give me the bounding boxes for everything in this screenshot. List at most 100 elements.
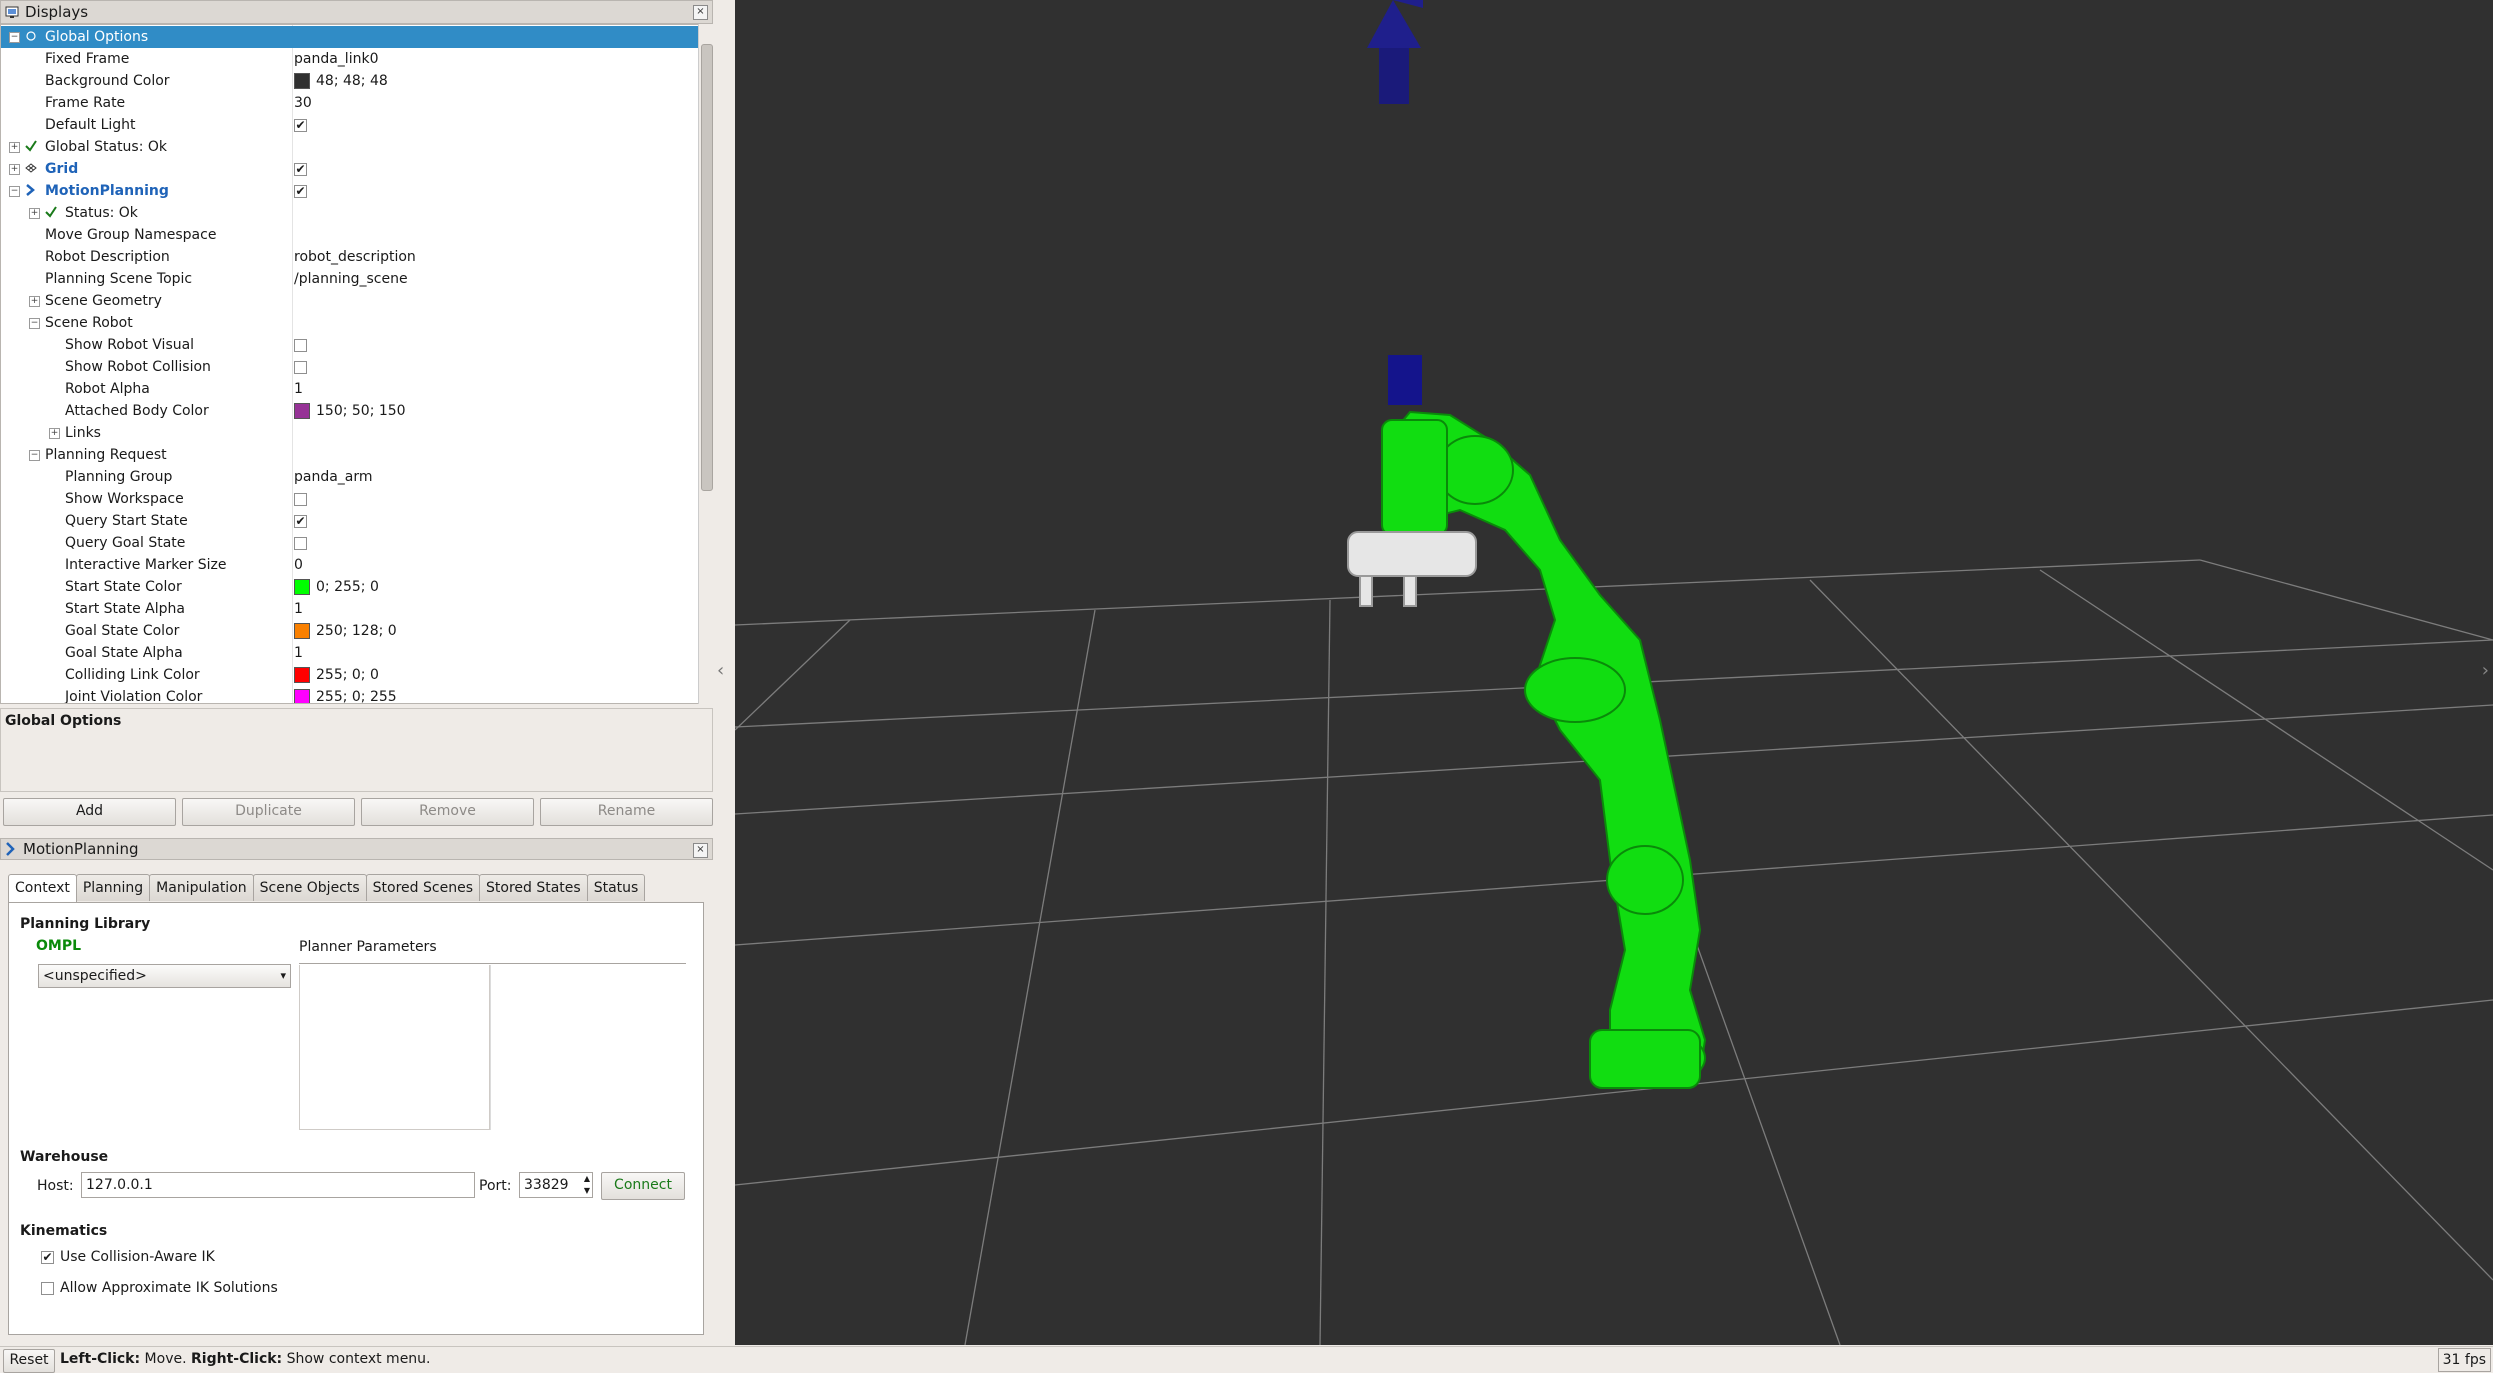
duplicate-button[interactable]: Duplicate xyxy=(182,798,355,826)
host-input[interactable]: 127.0.0.1 xyxy=(81,1172,475,1198)
tab-stored-scenes[interactable]: Stored Scenes xyxy=(365,874,480,901)
property-value[interactable] xyxy=(294,360,307,374)
property-value[interactable]: ✔ xyxy=(294,514,307,528)
property-value[interactable]: 48; 48; 48 xyxy=(294,73,388,89)
property-value[interactable] xyxy=(294,338,307,352)
property-value[interactable]: /planning_scene xyxy=(294,271,408,287)
property-row[interactable]: + Scene Geometry xyxy=(1,290,698,312)
property-value[interactable]: 150; 50; 150 xyxy=(294,403,406,419)
property-value[interactable]: ✔ xyxy=(294,184,307,198)
property-row[interactable]: Default Light ✔ xyxy=(1,114,698,136)
expand-icon[interactable]: + xyxy=(9,164,20,175)
property-row[interactable]: Start State Color 0; 255; 0 xyxy=(1,576,698,598)
property-row[interactable]: Move Group Namespace xyxy=(1,224,698,246)
property-row[interactable]: + Global Status: Ok xyxy=(1,136,698,158)
property-row[interactable]: Show Workspace xyxy=(1,488,698,510)
property-value[interactable]: 255; 0; 255 xyxy=(294,689,397,703)
property-checkbox[interactable] xyxy=(294,338,307,352)
collapse-left-icon[interactable]: ‹ xyxy=(717,660,724,681)
property-value[interactable]: panda_arm xyxy=(294,469,373,485)
expand-icon[interactable]: + xyxy=(9,142,20,153)
property-row[interactable]: Background Color 48; 48; 48 xyxy=(1,70,698,92)
planner-parameters-table[interactable] xyxy=(299,965,490,1130)
property-value[interactable]: panda_link0 xyxy=(294,51,378,67)
property-row[interactable]: − MotionPlanning ✔ xyxy=(1,180,698,202)
port-stepper[interactable]: 33829 ▲ ▼ xyxy=(519,1172,593,1198)
property-row[interactable]: Goal State Alpha 1 xyxy=(1,642,698,664)
expand-icon[interactable]: + xyxy=(49,428,60,439)
property-row[interactable]: Query Start State ✔ xyxy=(1,510,698,532)
displays-tree[interactable]: − Global Options Fixed Frame panda_link0 Bac… xyxy=(0,24,713,704)
tab-stored-states[interactable]: Stored States xyxy=(479,874,588,901)
collision-aware-ik-option[interactable]: ✔ Use Collision-Aware IK xyxy=(41,1249,215,1265)
property-value[interactable]: 0; 255; 0 xyxy=(294,579,379,595)
expand-icon[interactable]: + xyxy=(29,296,40,307)
property-row[interactable]: Joint Violation Color 255; 0; 255 xyxy=(1,686,698,703)
collapse-icon[interactable]: − xyxy=(9,32,20,43)
property-row[interactable]: Colliding Link Color 255; 0; 0 xyxy=(1,664,698,686)
property-row[interactable]: Frame Rate 30 xyxy=(1,92,698,114)
panel-splitter[interactable]: ‹ xyxy=(713,0,735,1345)
collapse-right-icon[interactable]: › xyxy=(2482,660,2489,681)
collapse-icon[interactable]: − xyxy=(9,186,20,197)
color-swatch[interactable] xyxy=(294,689,310,703)
property-row[interactable]: Planning Scene Topic/planning_scene xyxy=(1,268,698,290)
connect-button[interactable]: Connect xyxy=(601,1172,685,1200)
property-checkbox[interactable] xyxy=(294,492,307,506)
tree-scrollbar[interactable] xyxy=(698,24,713,704)
property-row[interactable]: Planning Group panda_arm xyxy=(1,466,698,488)
property-checkbox[interactable]: ✔ xyxy=(294,162,307,176)
property-row[interactable]: Query Goal State xyxy=(1,532,698,554)
property-value[interactable] xyxy=(294,492,307,506)
reset-button[interactable]: Reset xyxy=(3,1349,55,1373)
tab-planning[interactable]: Planning xyxy=(75,874,151,901)
property-checkbox[interactable] xyxy=(294,360,307,374)
property-row[interactable]: − Global Options xyxy=(1,26,698,48)
close-icon[interactable]: × xyxy=(693,5,708,20)
property-row[interactable]: Interactive Marker Size 0 xyxy=(1,554,698,576)
tab-status[interactable]: Status xyxy=(586,874,646,901)
property-row[interactable]: Goal State Color 250; 128; 0 xyxy=(1,620,698,642)
property-row[interactable]: Start State Alpha 1 xyxy=(1,598,698,620)
property-row[interactable]: Robot Alpha 1 xyxy=(1,378,698,400)
property-checkbox[interactable]: ✔ xyxy=(294,184,307,198)
property-value[interactable]: 30 xyxy=(294,95,312,111)
3d-viewport[interactable]: › xyxy=(735,0,2493,1345)
property-checkbox[interactable]: ✔ xyxy=(294,118,307,132)
property-value[interactable]: 255; 0; 0 xyxy=(294,667,379,683)
property-row[interactable]: + Grid ✔ xyxy=(1,158,698,180)
property-row[interactable]: + Links xyxy=(1,422,698,444)
property-row[interactable]: Robot Description robot_description xyxy=(1,246,698,268)
property-row[interactable]: Attached Body Color 150; 50; 150 xyxy=(1,400,698,422)
property-value[interactable]: 1 xyxy=(294,601,303,617)
scene-canvas[interactable] xyxy=(735,0,2493,1345)
property-value[interactable]: 0 xyxy=(294,557,303,573)
add-button[interactable]: Add xyxy=(3,798,176,826)
collapse-icon[interactable]: − xyxy=(29,318,40,329)
property-value[interactable]: 1 xyxy=(294,381,303,397)
collapse-icon[interactable]: − xyxy=(29,450,40,461)
color-swatch[interactable] xyxy=(294,403,310,419)
property-row[interactable]: + Status: Ok xyxy=(1,202,698,224)
property-value[interactable] xyxy=(294,536,307,550)
tab-scene-objects[interactable]: Scene Objects xyxy=(252,874,367,901)
property-row[interactable]: Fixed Frame panda_link0 xyxy=(1,48,698,70)
property-row[interactable]: Show Robot Collision xyxy=(1,356,698,378)
property-value[interactable]: ✔ xyxy=(294,162,307,176)
tab-manipulation[interactable]: Manipulation xyxy=(149,874,254,901)
tab-context[interactable]: Context xyxy=(8,874,77,903)
property-row[interactable]: − Scene Robot xyxy=(1,312,698,334)
planner-select[interactable]: <unspecified> ▾ xyxy=(38,964,291,988)
approx-ik-checkbox[interactable] xyxy=(41,1281,54,1295)
property-checkbox[interactable]: ✔ xyxy=(294,514,307,528)
close-icon[interactable]: × xyxy=(693,843,708,858)
rename-button[interactable]: Rename xyxy=(540,798,713,826)
property-value[interactable]: 1 xyxy=(294,645,303,661)
remove-button[interactable]: Remove xyxy=(361,798,534,826)
property-row[interactable]: Show Robot Visual xyxy=(1,334,698,356)
property-checkbox[interactable] xyxy=(294,536,307,550)
color-swatch[interactable] xyxy=(294,579,310,595)
spin-arrows-icon[interactable]: ▲ ▼ xyxy=(584,1173,590,1197)
expand-icon[interactable]: + xyxy=(29,208,40,219)
property-value[interactable]: ✔ xyxy=(294,118,307,132)
